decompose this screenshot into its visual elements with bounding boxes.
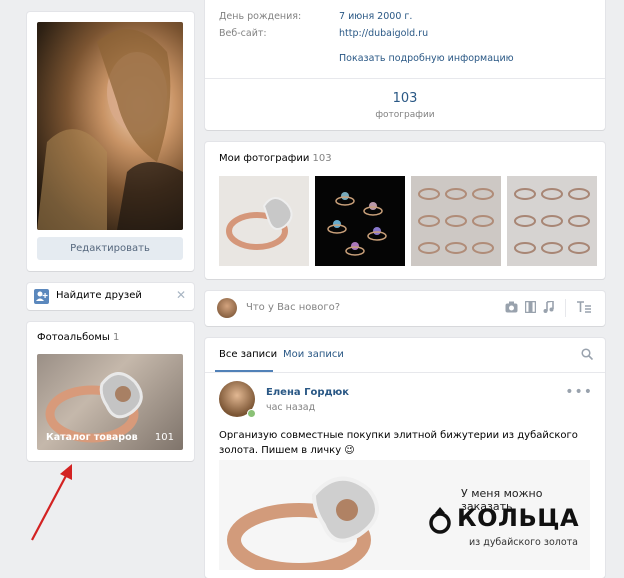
- post-timestamp[interactable]: час назад: [266, 402, 315, 413]
- photo-thumbnail[interactable]: [315, 176, 405, 266]
- post-image-banner[interactable]: У меня можно заказать КОЛЬЦА из дубайско…: [219, 460, 590, 570]
- tab-my-posts[interactable]: Мои записи: [283, 349, 344, 360]
- rings-grid-image: [418, 188, 494, 254]
- search-icon[interactable]: [581, 348, 594, 363]
- photo-thumbnail[interactable]: [219, 176, 309, 266]
- birthday-label: День рождения:: [219, 11, 302, 22]
- divider: [565, 299, 566, 317]
- photo-thumbnail[interactable]: [507, 176, 597, 266]
- find-friends-card[interactable]: Найдите друзей ✕: [27, 283, 194, 310]
- add-friend-icon: [34, 289, 49, 304]
- my-photos-count: 103: [312, 153, 332, 164]
- tab-all-posts[interactable]: Все записи: [219, 349, 277, 360]
- post-text: Организую совместные покупки элитной биж…: [219, 430, 578, 456]
- post-author-name[interactable]: Елена Гордюк: [266, 387, 349, 398]
- online-indicator: [247, 409, 256, 418]
- divider: [205, 78, 605, 79]
- ring-image: [226, 197, 293, 250]
- my-photos-title: Мои фотографии: [219, 153, 310, 164]
- ring-image: [227, 476, 379, 570]
- birthday-value[interactable]: 7 июня 2000 г.: [339, 11, 412, 22]
- banner-headline: КОЛЬЦА: [457, 504, 580, 532]
- rings-grid-image: [514, 188, 590, 254]
- new-post-box[interactable]: Что у Вас нового?: [205, 291, 605, 326]
- website-link[interactable]: http://dubaigold.ru: [339, 28, 428, 39]
- avatar-card: Редактировать: [27, 12, 194, 271]
- more-options-icon[interactable]: •••: [565, 384, 593, 400]
- video-icon[interactable]: [524, 300, 537, 316]
- albums-card: Фотоальбомы 1 Каталог товаров 101: [27, 322, 194, 461]
- divider: [205, 372, 605, 373]
- show-more-info-link[interactable]: Показать подробную информацию: [339, 53, 514, 64]
- ring-icon: [429, 507, 451, 534]
- my-photos-header[interactable]: Мои фотографии 103: [219, 153, 332, 164]
- profile-photo[interactable]: [37, 22, 183, 230]
- profile-info-card: День рождения: 7 июня 2000 г. Веб-сайт: …: [205, 0, 605, 130]
- avatar: [217, 298, 237, 318]
- edit-profile-button[interactable]: Редактировать: [37, 237, 183, 260]
- new-post-input[interactable]: Что у Вас нового?: [246, 302, 340, 313]
- wall-card: Все записи Мои записи Елена Гордюк час н…: [205, 338, 605, 578]
- photos-counter-value[interactable]: 103: [205, 91, 605, 106]
- my-photos-card: Мои фотографии 103: [205, 142, 605, 279]
- albums-header[interactable]: Фотоальбомы 1: [37, 332, 119, 343]
- red-arrow-annotation: [31, 464, 72, 541]
- website-label: Веб-сайт:: [219, 28, 267, 39]
- profile-photo-art: [37, 29, 183, 230]
- find-friends-label: Найдите друзей: [56, 290, 142, 301]
- photo-thumbnail[interactable]: [411, 176, 501, 266]
- album-photo-count: 101: [154, 432, 174, 443]
- camera-icon[interactable]: [505, 301, 518, 316]
- photos-counter-label[interactable]: фотографии: [205, 110, 605, 120]
- text-format-icon[interactable]: [577, 301, 591, 316]
- music-icon[interactable]: [543, 300, 554, 316]
- close-icon[interactable]: ✕: [176, 288, 186, 302]
- banner-line-3: из дубайского золота: [469, 537, 578, 548]
- albums-title: Фотоальбомы: [37, 332, 110, 343]
- rings-on-black-image: [327, 192, 387, 256]
- albums-count: 1: [113, 332, 120, 343]
- album-thumbnail[interactable]: Каталог товаров 101: [37, 354, 183, 450]
- album-name: Каталог товаров: [46, 432, 138, 443]
